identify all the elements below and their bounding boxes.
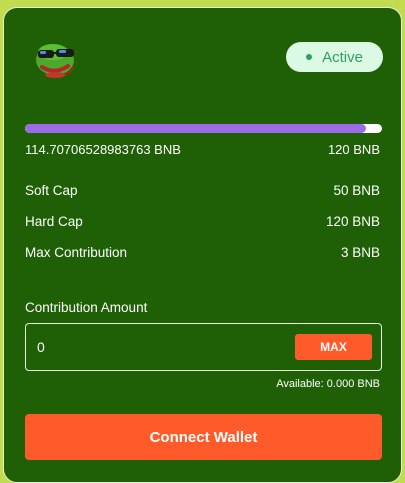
progress-bar: [25, 124, 382, 133]
stat-value: 120 BNB: [325, 214, 380, 229]
contribution-amount-input[interactable]: [37, 336, 277, 358]
stat-value: 3 BNB: [340, 245, 380, 260]
status-badge-label: Active: [322, 48, 363, 66]
max-button[interactable]: MAX: [295, 334, 372, 360]
connect-wallet-button[interactable]: Connect Wallet: [25, 414, 382, 460]
stat-row-soft-cap: Soft Cap 50 BNB: [25, 183, 380, 198]
contribution-amount-label: Contribution Amount: [25, 300, 148, 315]
progress-raised: 114.70706528983763 BNB: [25, 142, 181, 157]
stat-label: Hard Cap: [25, 214, 83, 229]
progress-bar-fill: [25, 124, 367, 133]
stat-value: 50 BNB: [333, 183, 380, 198]
stat-row-max-contribution: Max Contribution 3 BNB: [25, 245, 380, 260]
progress-cap: 120 BNB: [327, 142, 380, 157]
status-dot-icon: [306, 54, 313, 60]
stat-label: Max Contribution: [25, 245, 128, 260]
stat-label: Soft Cap: [25, 183, 78, 198]
status-badge: Active: [286, 42, 383, 72]
available-balance: Available: 0.000 BNB: [276, 378, 380, 390]
pepe-frog-sunglasses-icon: [31, 37, 83, 83]
presale-card: Active 114.70706528983763 BNB 120 BNB So…: [3, 7, 402, 483]
contribution-input-box: MAX: [25, 323, 382, 371]
stat-row-hard-cap: Hard Cap 120 BNB: [25, 214, 380, 229]
